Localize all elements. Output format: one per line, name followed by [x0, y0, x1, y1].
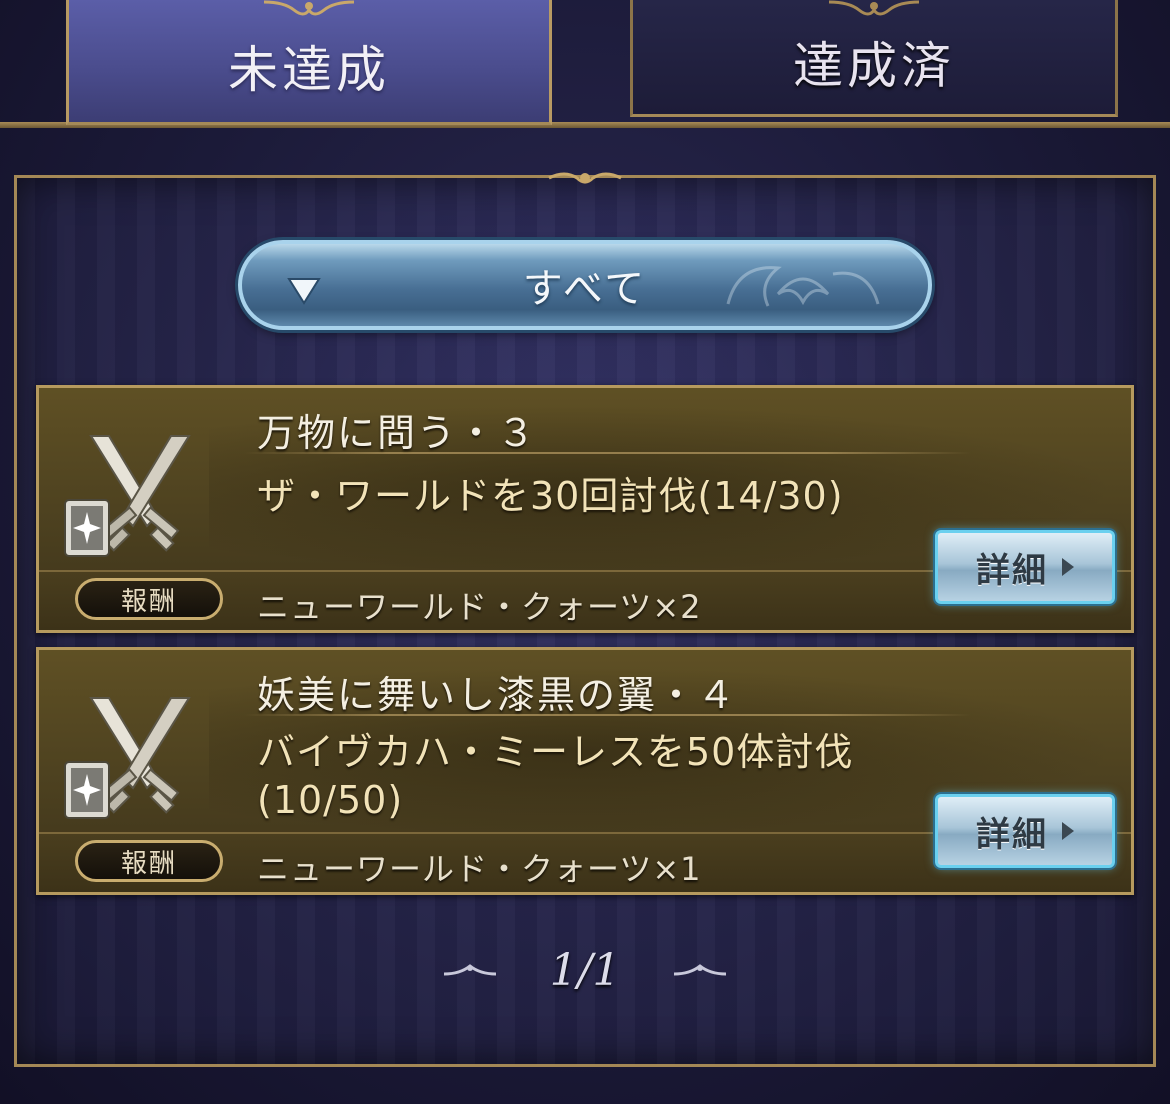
quest-title: 妖美に舞いし漆黒の翼・４: [257, 673, 738, 717]
page-indicator: 1/1: [549, 944, 621, 996]
filter-emblem-icon: [726, 266, 880, 307]
play-arrow-icon: [1062, 558, 1074, 576]
reward-text: ニューワールド・クォーツ×2: [257, 588, 702, 626]
tab-label: 未達成: [228, 41, 390, 99]
filter-selected-value: すべて: [522, 266, 648, 312]
detail-label: 詳細: [976, 814, 1048, 855]
play-arrow-icon: [1062, 822, 1074, 840]
page-prev-ornament-icon[interactable]: [440, 960, 500, 980]
quest-title: 万物に問う・３: [257, 411, 538, 455]
quest-screen: 未達成 達成済 すべて 万物に問う・３ ザ・ワールドを30回討伐(14/30) …: [0, 0, 1170, 1104]
reward-badge: 報酬: [75, 840, 223, 882]
quest-description: ザ・ワールドを30回討伐(14/30): [257, 474, 844, 518]
crossed-swords-icon: [64, 697, 191, 819]
filter-dropdown[interactable]: すべて: [238, 240, 932, 330]
page-next-ornament-icon[interactable]: [670, 960, 730, 980]
detail-button[interactable]: 詳細: [935, 794, 1115, 868]
quest-card: 妖美に舞いし漆黒の翼・４ バイヴカハ・ミーレスを50体討伐(10/50) 詳細 …: [36, 647, 1134, 895]
reward-text: ニューワールド・クォーツ×1: [257, 850, 702, 888]
detail-label: 詳細: [976, 550, 1048, 591]
dropdown-arrow-icon: [284, 270, 324, 310]
tab-completed[interactable]: 達成済: [630, 0, 1118, 117]
crossed-swords-icon: [64, 435, 191, 557]
ornament-icon: [263, 0, 355, 16]
quest-card: 万物に問う・３ ザ・ワールドを30回討伐(14/30) 詳細 報酬 ニューワール…: [36, 385, 1134, 633]
tab-label: 達成済: [793, 37, 955, 95]
quest-description: バイヴカハ・ミーレスを50体討伐(10/50): [257, 730, 854, 822]
detail-button[interactable]: 詳細: [935, 530, 1115, 604]
pagination: 1/1: [440, 940, 730, 1000]
ornament-icon: [828, 0, 920, 16]
reward-badge: 報酬: [75, 578, 223, 620]
tab-incomplete[interactable]: 未達成: [66, 0, 552, 125]
ornament-icon: [548, 172, 622, 184]
